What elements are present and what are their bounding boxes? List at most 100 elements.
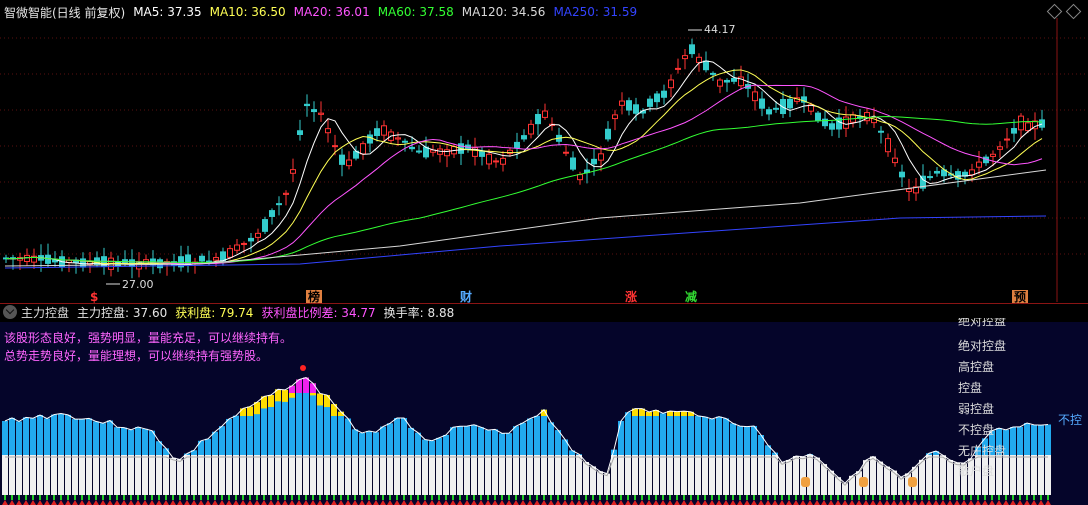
bar-white bbox=[604, 473, 610, 495]
tick-green bbox=[676, 495, 678, 500]
bar-blue bbox=[30, 418, 36, 455]
bar-blue bbox=[338, 411, 344, 455]
bar-white bbox=[765, 455, 771, 495]
bar-white bbox=[107, 455, 113, 495]
bar-blue bbox=[142, 428, 148, 455]
tick-green bbox=[53, 495, 55, 500]
settings-diamond-icon[interactable] bbox=[1046, 3, 1063, 20]
bar-white bbox=[513, 455, 519, 495]
bar-blue bbox=[660, 413, 666, 455]
tick-green bbox=[361, 495, 363, 500]
candle-body bbox=[332, 145, 338, 148]
bar-yellow bbox=[688, 411, 694, 416]
tick-green bbox=[193, 495, 195, 500]
bar-white bbox=[772, 455, 778, 495]
bar-white bbox=[471, 455, 477, 495]
tick-green bbox=[270, 495, 272, 500]
tick-green bbox=[984, 495, 986, 500]
bar-white bbox=[898, 477, 904, 495]
legend-item-absolute-clipped: 绝对控盘 bbox=[958, 318, 1007, 328]
tick-green bbox=[228, 495, 230, 500]
indicator-title[interactable]: 主力控盘 bbox=[21, 304, 69, 321]
tick-green bbox=[872, 495, 874, 500]
tick-green bbox=[613, 495, 615, 500]
event-marker-forecast[interactable]: 预 bbox=[1012, 290, 1029, 304]
analysis-message-1: 该股形态良好，强势明显，量能充足，可以继续持有。 bbox=[4, 331, 293, 345]
tick-green bbox=[480, 495, 482, 500]
tick-green bbox=[592, 495, 594, 500]
bar-blue bbox=[212, 431, 218, 455]
bar-blue bbox=[506, 433, 512, 455]
candle-body bbox=[290, 169, 296, 174]
tick-green bbox=[585, 495, 587, 500]
bar-white bbox=[485, 455, 491, 495]
expand-diamond-icon[interactable] bbox=[1065, 3, 1082, 20]
bar-yellow bbox=[247, 406, 253, 416]
bar-blue bbox=[79, 419, 85, 455]
bar-blue bbox=[100, 423, 106, 455]
bar-white bbox=[926, 455, 932, 495]
event-marker-reduction[interactable]: 减 bbox=[683, 290, 700, 304]
candle-body bbox=[1018, 115, 1024, 131]
candle-body bbox=[500, 157, 506, 165]
bar-blue bbox=[65, 414, 71, 455]
indicator-value-profit: 获利盘: 79.74 bbox=[175, 305, 254, 320]
candle-body bbox=[703, 60, 709, 71]
tick-green bbox=[284, 495, 286, 500]
candle-body bbox=[318, 112, 324, 115]
price-chart[interactable]: 44.17 27.00 bbox=[0, 18, 1088, 302]
candle-body bbox=[647, 98, 653, 107]
bar-blue bbox=[345, 418, 351, 455]
bar-white bbox=[149, 455, 155, 495]
bar-white bbox=[415, 455, 421, 495]
event-marker-limit-up[interactable]: 涨 bbox=[623, 290, 640, 304]
tick-green bbox=[25, 495, 27, 500]
tick-green bbox=[186, 495, 188, 500]
candle-body bbox=[661, 90, 667, 98]
candle-body bbox=[899, 171, 905, 178]
bar-blue bbox=[51, 414, 57, 455]
tick-green bbox=[739, 495, 741, 500]
tick-green bbox=[599, 495, 601, 500]
bar-white bbox=[37, 455, 43, 495]
tick-green bbox=[893, 495, 895, 500]
bar-white bbox=[324, 455, 330, 495]
tick-green bbox=[851, 495, 853, 500]
ma5-line bbox=[5, 60, 1043, 266]
bar-white bbox=[177, 459, 183, 495]
bar-white bbox=[877, 461, 883, 495]
candle-body bbox=[724, 79, 730, 83]
tick-green bbox=[158, 495, 160, 500]
bar-blue bbox=[436, 437, 442, 455]
bar-white bbox=[499, 455, 505, 495]
bar-white bbox=[9, 455, 15, 495]
tick-green bbox=[648, 495, 650, 500]
candle-body bbox=[717, 79, 723, 87]
bar-blue bbox=[667, 410, 673, 455]
candle-body bbox=[829, 123, 835, 130]
bar-white bbox=[933, 455, 939, 495]
candle-body bbox=[605, 128, 611, 140]
tick-green bbox=[1019, 495, 1021, 500]
candle-body bbox=[297, 130, 303, 135]
bar-yellow bbox=[674, 411, 680, 416]
bar-white bbox=[527, 455, 533, 495]
tick-green bbox=[557, 495, 559, 500]
tick-green bbox=[1012, 495, 1014, 500]
tick-green bbox=[445, 495, 447, 500]
bar-white bbox=[940, 455, 946, 495]
tick-green bbox=[564, 495, 566, 500]
tick-green bbox=[641, 495, 643, 500]
chevron-down-icon[interactable] bbox=[3, 305, 17, 319]
bar-white bbox=[317, 455, 323, 495]
tick-green bbox=[396, 495, 398, 500]
bar-white bbox=[100, 455, 106, 495]
bar-blue bbox=[128, 429, 134, 455]
bar-white bbox=[135, 455, 141, 495]
bar-blue bbox=[457, 426, 463, 455]
tick-green bbox=[326, 495, 328, 500]
bar-white bbox=[758, 455, 764, 495]
bar-blue bbox=[219, 426, 225, 455]
bar-blue bbox=[415, 432, 421, 455]
bar-yellow bbox=[646, 411, 652, 416]
